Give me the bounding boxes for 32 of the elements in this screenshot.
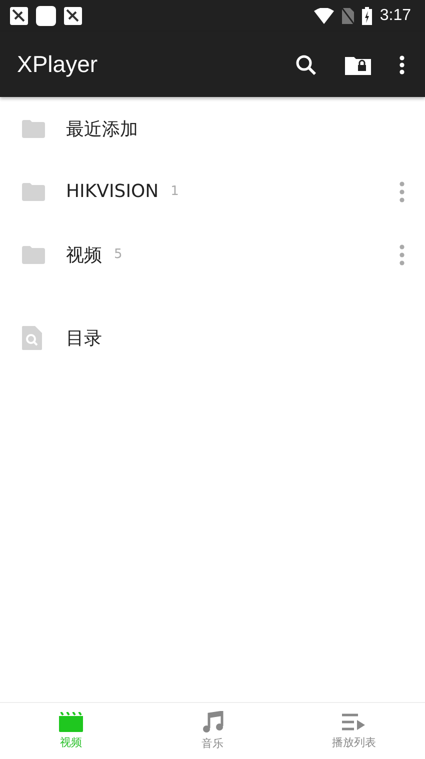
nav-tab[interactable]: 音乐 — [142, 703, 284, 759]
music-note-icon — [202, 711, 224, 733]
clapperboard-icon — [58, 712, 83, 732]
folder-icon — [22, 182, 45, 200]
folder-item[interactable]: HIKVISION 1 — [0, 160, 425, 223]
notification-icon — [10, 7, 28, 25]
folder-item[interactable]: 最近添加 — [0, 97, 425, 160]
folder-item[interactable]: 视频 5 — [0, 223, 425, 286]
item-label: HIKVISION — [66, 181, 159, 202]
search-icon — [295, 54, 317, 76]
folder-icon — [22, 246, 45, 264]
item-label: 视频 — [66, 244, 102, 266]
directory-item[interactable]: 目录 — [0, 296, 425, 380]
more-icon — [399, 54, 405, 74]
no-sim-icon — [342, 8, 354, 24]
clock: 3:17 — [380, 7, 411, 25]
playlist-icon — [342, 712, 366, 732]
more-icon — [399, 180, 405, 202]
app-title: XPlayer — [17, 51, 99, 78]
item-label: 目录 — [66, 327, 102, 350]
folder-icon — [22, 120, 45, 138]
nav-tab[interactable]: 播放列表 — [283, 703, 425, 759]
item-count: 1 — [170, 184, 179, 199]
notification-icon — [36, 6, 56, 26]
item-count: 5 — [114, 247, 122, 262]
item-label: 最近添加 — [66, 118, 138, 140]
battery-icon — [362, 7, 372, 25]
wifi-icon — [314, 8, 334, 24]
document-search-icon — [22, 326, 42, 350]
notification-icon — [64, 7, 82, 25]
folder-lock-icon — [345, 54, 371, 74]
more-icon — [399, 244, 405, 266]
